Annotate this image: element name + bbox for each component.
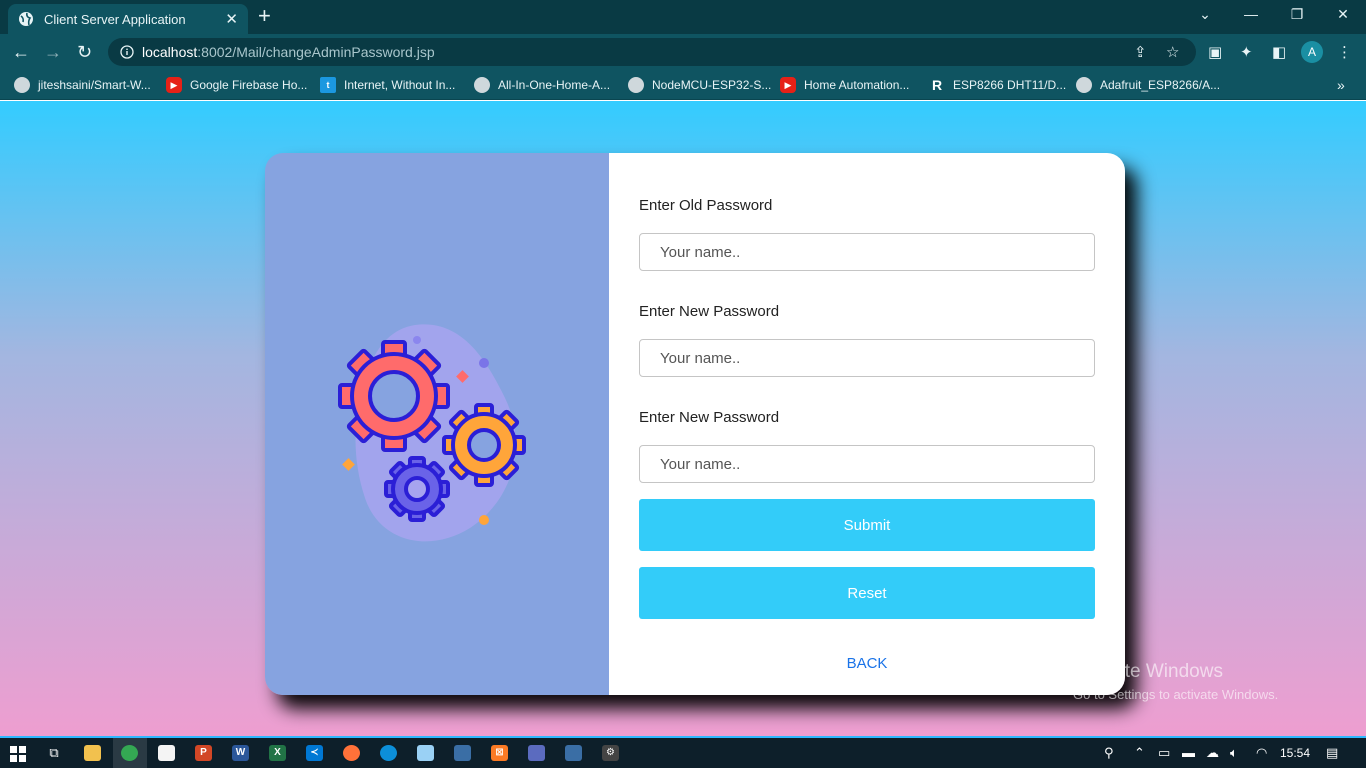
browser-toolbar: ← → ↻ localhost:8002/Mail/changeAdminPas… xyxy=(0,34,1366,70)
app-icon[interactable] xyxy=(454,745,471,761)
back-link[interactable]: BACK xyxy=(639,655,1095,672)
notifications-icon[interactable]: ▤ xyxy=(1326,745,1338,761)
tab-title: Client Server Application xyxy=(44,11,186,27)
firefox-icon[interactable] xyxy=(343,745,360,761)
bookmark-label: Internet, Without In... xyxy=(344,78,456,92)
github-icon xyxy=(1076,77,1092,93)
reload-icon[interactable]: ↻ xyxy=(77,42,92,62)
tab-search-icon[interactable]: ⌄ xyxy=(1182,6,1228,23)
reset-button[interactable]: Reset xyxy=(639,567,1095,619)
bookmark-item[interactable]: ▶ Home Automation... xyxy=(780,77,909,93)
browser-titlebar: Client Server Application ✕ + ⌄ — ❐ ✕ xyxy=(0,0,1366,34)
confirm-password-label: Enter New Password xyxy=(639,409,780,426)
page-icon: t xyxy=(320,77,336,93)
vscode-icon[interactable]: ≺ xyxy=(306,745,323,761)
page-background: Enter Old Password Enter New Password En… xyxy=(0,101,1366,736)
windows-taskbar: ⧉ P W X ≺ ⊠ ⚙ ⚲ ⌃ ▭ ▬ ☁ 🔈︎ ◠ 15:54 ▤ xyxy=(0,736,1366,768)
xampp-icon[interactable]: ⊠ xyxy=(491,745,508,761)
bookmark-label: Adafruit_ESP8266/A... xyxy=(1100,78,1221,92)
restore-icon[interactable]: ❐ xyxy=(1274,6,1320,23)
new-password-label: Enter New Password xyxy=(639,303,780,320)
file-explorer-icon[interactable] xyxy=(84,745,101,761)
old-password-input[interactable] xyxy=(639,233,1095,271)
bookmarks-overflow-icon[interactable]: » xyxy=(1337,77,1345,93)
youtube-icon: ▶ xyxy=(166,77,182,93)
gears-illustration-icon xyxy=(338,324,526,542)
url-host: localhost xyxy=(142,44,198,60)
r-icon: R xyxy=(931,77,943,93)
github-icon xyxy=(628,77,644,93)
password-card: Enter Old Password Enter New Password En… xyxy=(265,153,1125,695)
info-icon[interactable] xyxy=(120,45,134,59)
word-icon[interactable]: W xyxy=(232,745,249,761)
tab-close-icon[interactable]: ✕ xyxy=(225,10,238,28)
minimize-icon[interactable]: — xyxy=(1228,6,1274,22)
onedrive-icon[interactable]: ☁ xyxy=(1206,745,1219,761)
bookmark-label: ESP8266 DHT11/D... xyxy=(953,78,1067,92)
windows-start-icon[interactable] xyxy=(10,746,26,762)
profile-avatar[interactable]: A xyxy=(1301,41,1323,63)
chrome-icon[interactable] xyxy=(121,745,138,761)
side-panel-icon[interactable]: ◧ xyxy=(1272,43,1286,61)
browser-tab[interactable]: Client Server Application ✕ xyxy=(8,4,248,34)
new-tab-icon[interactable]: + xyxy=(258,5,271,27)
powerpoint-icon[interactable]: P xyxy=(195,745,212,761)
calendar-icon[interactable] xyxy=(158,745,175,761)
app-icon[interactable] xyxy=(528,745,545,761)
volume-icon[interactable]: 🔈︎ xyxy=(1230,745,1238,761)
youtube-icon: ▶ xyxy=(780,77,796,93)
bookmark-item[interactable]: Adafruit_ESP8266/A... xyxy=(1076,77,1220,93)
url-path: :8002/Mail/changeAdminPassword.jsp xyxy=(197,44,435,60)
bookmark-item[interactable]: ▶ Google Firebase Ho... xyxy=(166,77,307,93)
bookmark-item[interactable]: R ESP8266 DHT11/D... xyxy=(929,77,1066,93)
forward-arrow-icon[interactable]: → xyxy=(44,42,62,62)
bookmark-label: NodeMCU-ESP32-S... xyxy=(652,78,772,92)
menu-dots-icon[interactable]: ⋮ xyxy=(1337,43,1352,61)
new-password-input[interactable] xyxy=(639,339,1095,377)
bookmark-label: Google Firebase Ho... xyxy=(190,78,308,92)
bookmark-item[interactable]: NodeMCU-ESP32-S... xyxy=(628,77,771,93)
globe-icon xyxy=(19,12,33,26)
window-close-icon[interactable]: ✕ xyxy=(1320,6,1366,23)
bookmark-label: Home Automation... xyxy=(804,78,910,92)
excel-icon[interactable]: X xyxy=(269,745,286,761)
share-icon[interactable]: ⇪ xyxy=(1134,43,1147,61)
bookmark-label: All-In-One-Home-A... xyxy=(498,78,611,92)
people-icon[interactable]: ⚲ xyxy=(1104,745,1114,761)
wifi-icon[interactable]: ◠ xyxy=(1256,745,1267,761)
notepad-icon[interactable] xyxy=(417,745,434,761)
clock[interactable]: 15:54 xyxy=(1280,746,1310,760)
bookmark-item[interactable]: All-In-One-Home-A... xyxy=(474,77,610,93)
submit-button[interactable]: Submit xyxy=(639,499,1095,551)
app-icon[interactable] xyxy=(565,745,582,761)
settings-gear-icon[interactable]: ⚙ xyxy=(602,745,619,761)
task-view-icon[interactable]: ⧉ xyxy=(43,743,65,763)
old-password-label: Enter Old Password xyxy=(639,197,773,214)
battery-icon[interactable]: ▬ xyxy=(1182,745,1195,760)
meet-icon[interactable]: ▭ xyxy=(1158,745,1170,761)
github-icon xyxy=(474,77,490,93)
illustration-panel xyxy=(265,153,609,695)
media-icon[interactable]: ▣ xyxy=(1208,43,1222,61)
address-bar[interactable]: localhost:8002/Mail/changeAdminPassword.… xyxy=(108,38,1196,66)
extensions-icon[interactable]: ✦ xyxy=(1240,43,1253,61)
chevron-up-icon[interactable]: ⌃ xyxy=(1134,745,1145,761)
github-icon xyxy=(14,77,30,93)
bookmarks-bar: jiteshsaini/Smart-W... ▶ Google Firebase … xyxy=(0,70,1366,100)
back-arrow-icon[interactable]: ← xyxy=(12,42,30,62)
bookmark-item[interactable]: t Internet, Without In... xyxy=(320,77,455,93)
form-panel: Enter Old Password Enter New Password En… xyxy=(609,153,1125,695)
bookmark-item[interactable]: jiteshsaini/Smart-W... xyxy=(14,77,151,93)
confirm-password-input[interactable] xyxy=(639,445,1095,483)
bookmark-star-icon[interactable]: ☆ xyxy=(1166,43,1179,61)
bookmark-label: jiteshsaini/Smart-W... xyxy=(38,78,151,92)
edge-icon[interactable] xyxy=(380,745,397,761)
